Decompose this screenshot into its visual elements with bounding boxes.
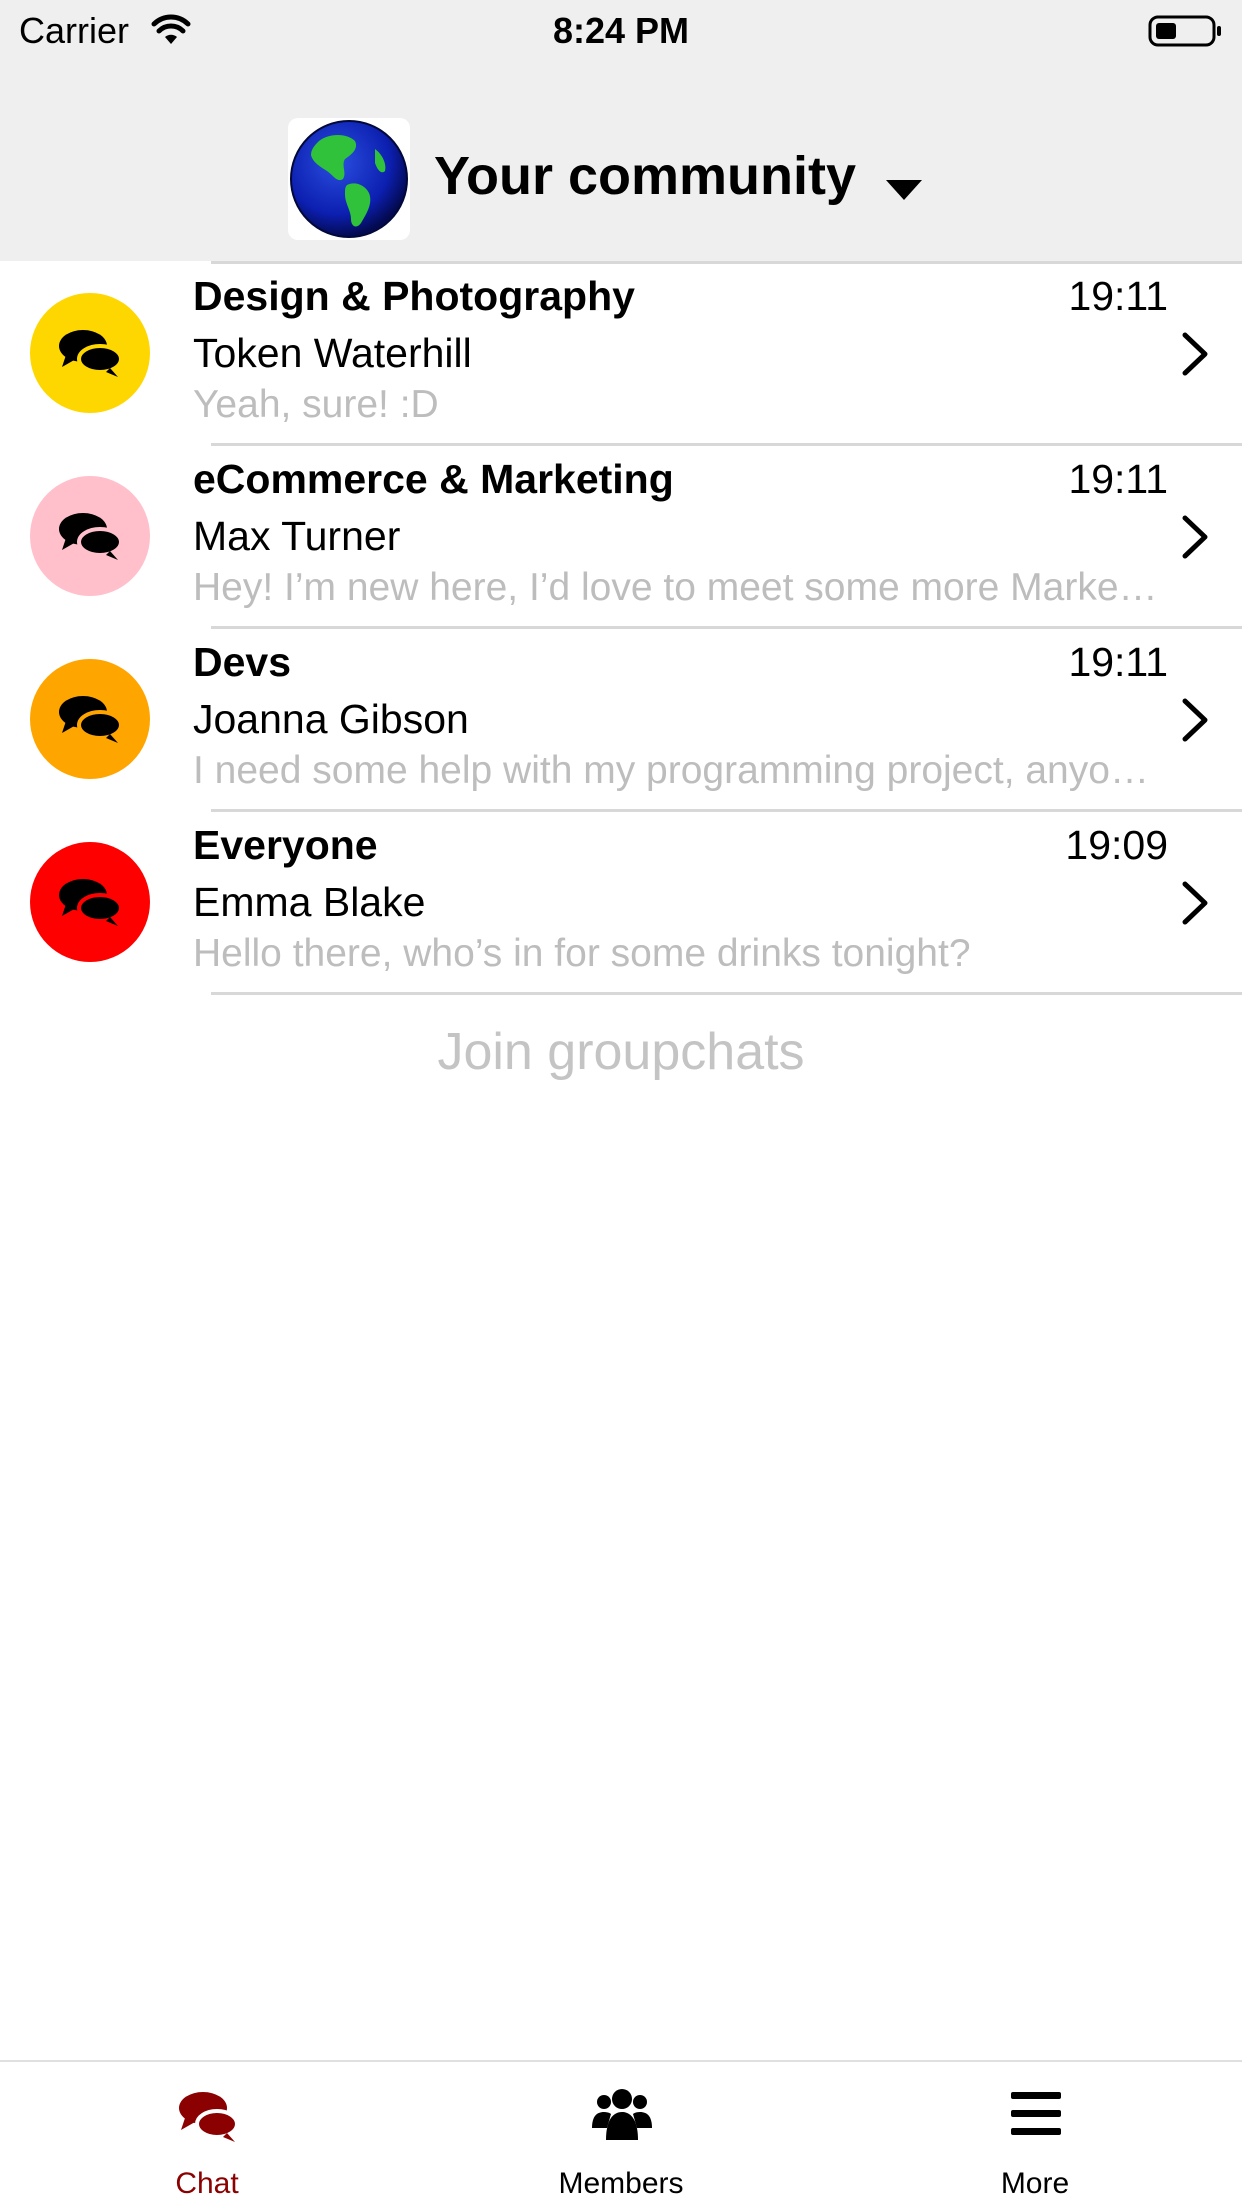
users-icon — [592, 2089, 652, 2140]
tab-members[interactable]: Members — [414, 2062, 828, 2208]
chat-preview: Yeah, sure! :D — [193, 383, 439, 426]
chat-time: 19:11 — [1068, 639, 1168, 685]
chevron-right-icon — [1182, 698, 1208, 742]
chat-time: 19:11 — [1068, 273, 1168, 319]
chevron-right-icon — [1182, 332, 1208, 376]
chat-row-devs[interactable]: Devs 19:11 Joanna Gibson I need some hel… — [0, 627, 1242, 810]
chat-bubbles-icon — [30, 659, 150, 779]
top-area: Carrier 8:24 PM Your community — [0, 0, 1242, 261]
globe-icon — [290, 120, 408, 238]
app-screen: Carrier 8:24 PM Your community Design & … — [0, 0, 1242, 2208]
chat-sender: Max Turner — [193, 513, 401, 559]
community-title: Your community — [434, 146, 857, 206]
community-logo — [288, 118, 410, 240]
chat-sender: Joanna Gibson — [193, 696, 469, 742]
join-groupchats-button[interactable]: Join groupchats — [0, 1022, 1242, 1082]
tab-chat[interactable]: Chat — [0, 2062, 414, 2208]
tab-bar: Chat Members More — [0, 2060, 1242, 2208]
chat-row-ecommerce-marketing[interactable]: eCommerce & Marketing 19:11 Max Turner H… — [0, 444, 1242, 627]
chat-time: 19:09 — [1065, 822, 1168, 868]
chat-bubbles-icon — [179, 2092, 239, 2142]
tab-more[interactable]: More — [828, 2062, 1242, 2208]
tab-label: Members — [558, 2167, 684, 2200]
chat-row-design-photography[interactable]: Design & Photography 19:11 Token Waterhi… — [0, 261, 1242, 444]
chevron-right-icon — [1182, 515, 1208, 559]
battery-icon — [1148, 15, 1221, 47]
chat-avatar — [30, 476, 150, 596]
status-time: 8:24 PM — [552, 10, 690, 51]
chat-row-everyone[interactable]: Everyone 19:09 Emma Blake Hello there, w… — [0, 810, 1242, 993]
tab-label: Chat — [175, 2167, 239, 2200]
status-bar: Carrier 8:24 PM — [0, 0, 1242, 62]
chat-name: Devs — [193, 639, 292, 685]
chat-preview: I need some help with my programming pro… — [193, 749, 1168, 792]
community-header[interactable]: Your community — [0, 118, 1242, 244]
tab-label: More — [1000, 2167, 1070, 2200]
chat-avatar — [30, 659, 150, 779]
chat-bubbles-icon — [30, 293, 150, 413]
chat-name: eCommerce & Marketing — [193, 456, 674, 502]
chat-preview: Hello there, who’s in for some drinks to… — [193, 932, 971, 975]
chat-time: 19:11 — [1068, 456, 1168, 502]
menu-icon — [1011, 2092, 1061, 2135]
chat-preview: Hey! I’m new here, I’d love to meet some… — [193, 566, 1168, 609]
chat-name: Everyone — [193, 822, 378, 868]
caret-down-icon[interactable] — [884, 178, 924, 202]
divider — [211, 992, 1242, 995]
chat-bubbles-icon — [30, 476, 150, 596]
chat-avatar — [30, 842, 150, 962]
chat-bubbles-icon — [30, 842, 150, 962]
chat-sender: Token Waterhill — [193, 330, 472, 376]
chevron-right-icon — [1182, 881, 1208, 925]
chat-sender: Emma Blake — [193, 879, 426, 925]
chat-name: Design & Photography — [193, 273, 635, 319]
chat-avatar — [30, 293, 150, 413]
